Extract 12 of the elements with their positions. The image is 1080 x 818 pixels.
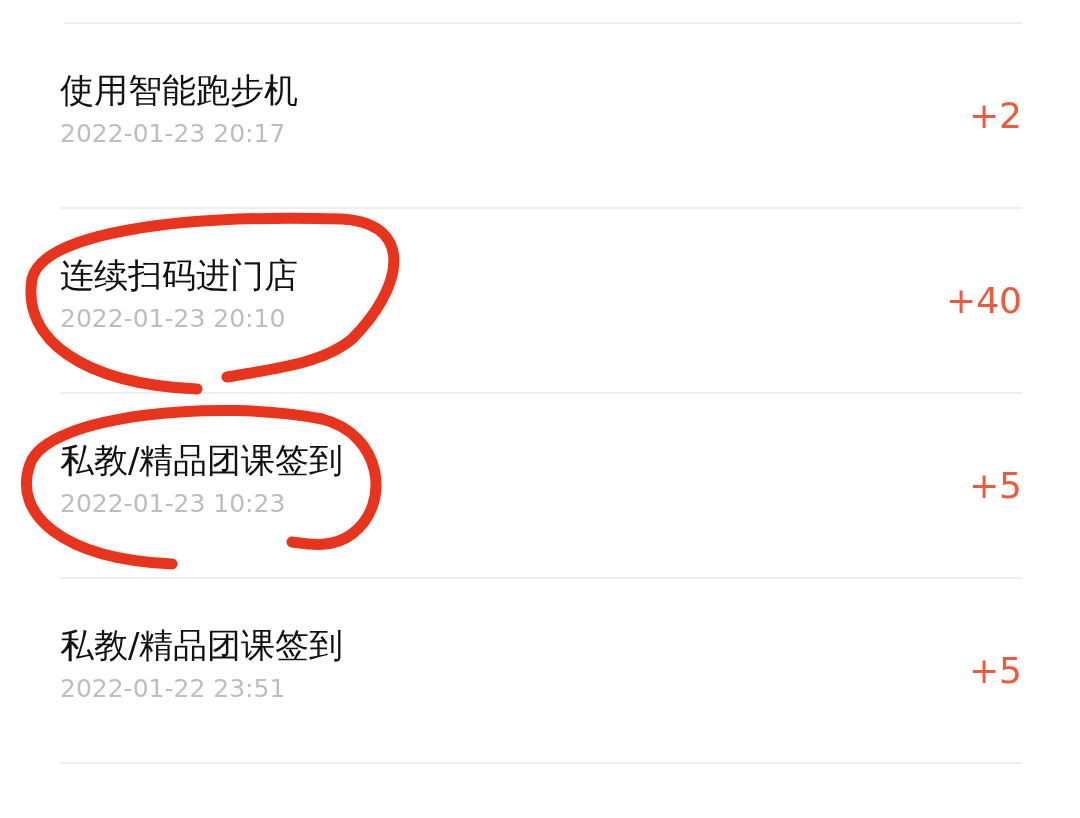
- record-time: 2022-01-23 10:23: [60, 487, 286, 520]
- record-time: 2022-01-23 20:17: [60, 117, 286, 150]
- points-value: +5: [968, 650, 1022, 691]
- record-title: 连续扫码进门店: [60, 253, 298, 297]
- points-value: +40: [946, 280, 1022, 321]
- record-title: 私教/精品团课签到: [60, 438, 344, 482]
- record-title: 使用智能跑步机: [60, 68, 298, 112]
- record-title: 私教/精品团课签到: [60, 623, 344, 667]
- points-value: +2: [968, 95, 1022, 136]
- record-time: 2022-01-23 20:10: [60, 302, 286, 335]
- record-time: 2022-01-22 23:51: [60, 672, 286, 705]
- points-value: +5: [968, 465, 1022, 506]
